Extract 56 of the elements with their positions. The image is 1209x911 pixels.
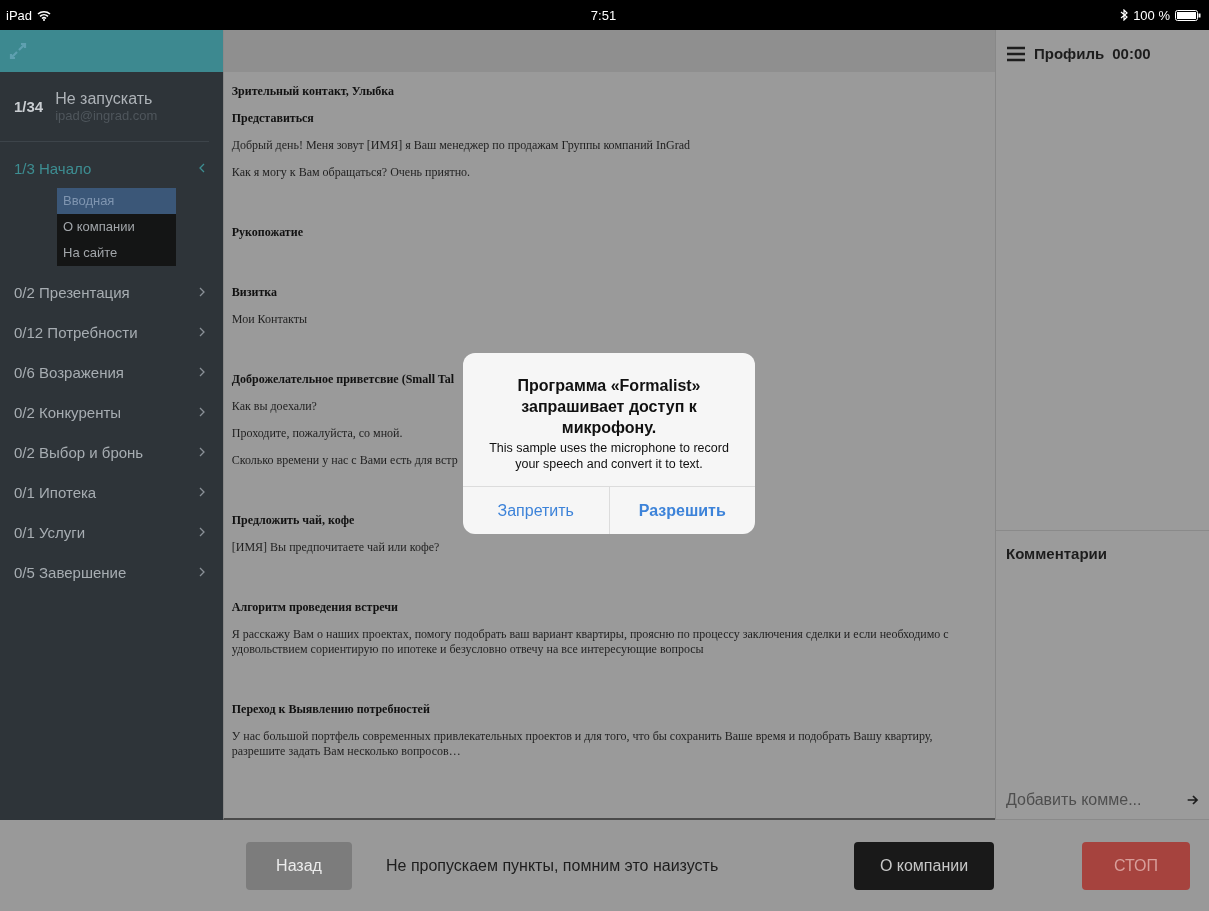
comments-title: Комментарии [1006,545,1108,562]
battery-icon [1175,9,1201,21]
section-item[interactable]: 0/5 Завершение [0,552,223,592]
section-item[interactable]: 0/1 Ипотека [0,472,223,512]
script-heading: Рукопожатие [231,225,303,240]
section-item[interactable]: 0/1 Услуги [0,512,223,552]
alert-button[interactable]: Запретить [463,487,609,534]
script-heading: Алгоритм проведения встречи [231,600,399,615]
battery-percent: 100 % [1133,7,1170,23]
bluetooth-icon [1120,9,1129,21]
subsection-item[interactable]: О компании [57,214,176,240]
section-item[interactable]: 1/3 Начало [0,148,223,188]
script-heading: Доброжелательное приветсвие (Small Tal [231,372,454,387]
script-heading: Зрительный контакт, Улыбка [231,84,395,99]
chevron-icon [198,567,205,577]
subsection-item[interactable]: На сайте [57,240,176,266]
wifi-icon [37,9,52,21]
script-text: Я расскажу Вам о наших проектах, помогу подобрать ваш вариант квартиры, проясню по процессу заключения сделки и если необходимо с удовольствием сориентирую по ипотеке и безусловно отвечу на все интересующие вопросы [231,627,950,657]
script-text: У нас большой портфель современных привлекательных проектов и для того, что бы сохранить Ваше время и подобрать Вашу квартиру, разрешите задать Вам несколько вопросов… [231,729,934,759]
script-heading: Визитка [231,285,278,300]
script-text: Как вы доехали? [231,399,317,414]
script-heading: Представиться [231,111,314,126]
hint-text: Не пропускаем пункты, помним это наизусть [386,856,720,875]
chevron-icon [198,367,205,377]
next-section-button[interactable]: О компании [854,841,994,890]
script-text: Мои Контакты [231,312,308,327]
chevron-icon [198,163,205,173]
chevron-icon [198,407,205,417]
user-name: Не запускать [55,90,154,108]
section-item[interactable]: 0/2 Презентация [0,272,223,312]
script-text: [ИМЯ] Вы предпочитаете чай или кофе? [231,540,440,555]
alert-button[interactable]: Разрешить [608,487,755,534]
script-text: Добрый день! Меня зовут [ИМЯ] я Ваш менеджер по продажам Группы компаний InGrad [231,138,690,153]
chevron-icon [198,447,205,457]
comment-input[interactable]: Добавить комме... [1006,789,1181,811]
chevron-icon [198,527,205,537]
section-item[interactable]: 0/12 Потребности [0,312,223,352]
clock: 7:51 [590,7,617,23]
script-text: Сколько времени у нас с Вами есть для встр [231,453,458,468]
alert-message: This sample uses the microphone to record your speech and convert it to text. [488,440,730,472]
section-item[interactable]: 0/2 Выбор и бронь [0,432,223,472]
alert-title: Программа «Formalist» запрашивает доступ к микрофону. [516,376,702,438]
chevron-icon [198,327,205,337]
chevron-icon [198,287,205,297]
chevron-icon [198,487,205,497]
section-item[interactable]: 0/2 Конкуренты [0,392,223,432]
script-text: Как я могу к Вам обращаться? Очень приятно. [231,165,471,180]
profile-title: Профиль [1034,45,1105,62]
device-name: iPad [6,7,33,23]
progress-counter: 1/34 [14,98,44,115]
script-heading: Предложить чай, кофе [231,513,355,528]
script-text: Проходите, пожалуйста, со мной. [231,426,403,441]
menu-icon[interactable] [1006,45,1026,62]
timer: 00:00 [1112,45,1151,62]
section-item[interactable]: 0/6 Возражения [0,352,223,392]
script-heading: Переход к Выявлению потребностей [231,702,430,717]
